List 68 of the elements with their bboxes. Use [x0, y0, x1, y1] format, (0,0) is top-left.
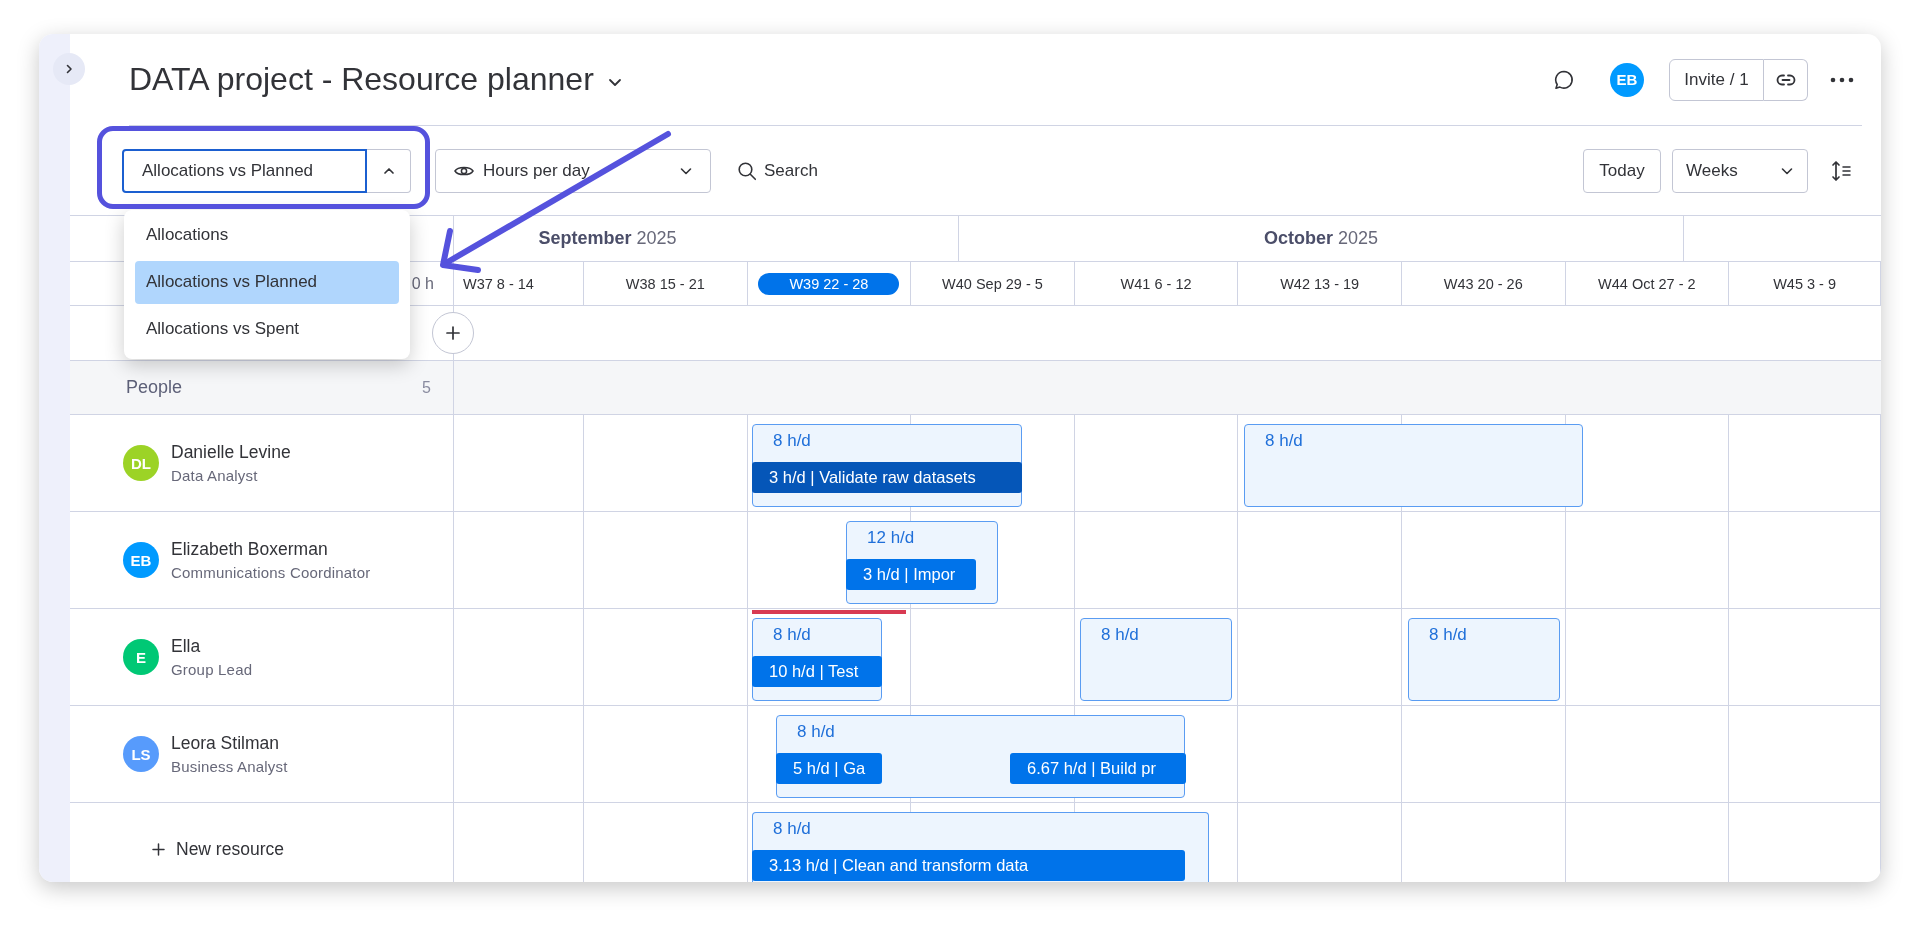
planned-hours: 8 h/d	[773, 431, 811, 451]
allocation-block[interactable]: 8 h/d 3.13 h/d | Clean and transform data	[752, 812, 1209, 882]
plus-icon	[152, 843, 165, 856]
dropdown-option[interactable]: Allocations	[135, 213, 399, 257]
search-button[interactable]: Search	[733, 150, 822, 191]
task-bar[interactable]: 6.67 h/d | Build pr	[1010, 753, 1186, 784]
allocation-block[interactable]: 12 h/d 3 h/d | Impor	[846, 521, 998, 604]
week-label: W38 15 - 21	[625, 275, 705, 292]
person-avatar: DL	[123, 445, 159, 481]
person-role: Group Lead	[171, 661, 253, 678]
task-bar[interactable]: 3 h/d | Validate raw datasets	[752, 462, 1022, 493]
planned-hours: 8 h/d	[797, 722, 835, 742]
planned-hours: 8 h/d	[1101, 625, 1139, 645]
person-avatar: EB	[123, 542, 159, 578]
person-role: Communications Coordinator	[171, 564, 371, 581]
more-icon[interactable]	[1830, 76, 1854, 83]
person-name: Elizabeth Boxerman	[171, 539, 329, 560]
user-avatar[interactable]: EB	[1610, 62, 1644, 97]
week-label: W45 3 - 9	[1773, 275, 1836, 292]
new-resource-button[interactable]: New resource	[152, 839, 284, 860]
person-avatar: E	[123, 639, 159, 675]
allocation-block[interactable]: 8 h/d	[1244, 424, 1583, 507]
group-count: 5	[422, 378, 431, 397]
person-role: Business Analyst	[171, 758, 288, 775]
planned-hours: 8 h/d	[773, 819, 811, 839]
week-label: W41 6 - 12	[1120, 275, 1192, 292]
week-label: W44 Oct 27 - 2	[1598, 275, 1696, 292]
task-bar[interactable]: 10 h/d | Test	[752, 656, 882, 687]
month-label: October 2025	[1263, 228, 1379, 249]
copy-link-button[interactable]	[1764, 58, 1808, 101]
planned-hours: 12 h/d	[867, 528, 915, 548]
allocation-block[interactable]: 8 h/d 10 h/d | Test	[752, 618, 882, 701]
scale-select[interactable]: Weeks	[1672, 148, 1808, 193]
task-bar[interactable]: 3.13 h/d | Clean and transform data	[752, 850, 1185, 881]
view-select-field[interactable]: Allocations vs Planned	[122, 148, 367, 193]
month-label: September 2025	[538, 228, 677, 249]
invite-button[interactable]: Invite / 1	[1669, 58, 1764, 101]
person-name: Leora Stilman	[171, 733, 280, 754]
person-role: Data Analyst	[171, 467, 259, 484]
planned-hours: 8 h/d	[773, 625, 811, 645]
week-label: W43 20 - 26	[1443, 275, 1523, 292]
display-select[interactable]: Hours per day	[435, 148, 711, 193]
row-height-icon[interactable]	[1829, 158, 1853, 183]
week-label: W42 13 - 19	[1280, 275, 1360, 292]
dropdown-option[interactable]: Allocations vs Spent	[135, 307, 399, 351]
allocation-block[interactable]: 8 h/d 5 h/d | Ga 6.67 h/d | Build pr	[776, 715, 1185, 798]
week-label: W39 22 - 28	[758, 272, 900, 295]
plus-icon	[446, 326, 460, 340]
task-bar[interactable]: 3 h/d | Impor	[846, 559, 976, 590]
dropdown-option[interactable]: Allocations vs Planned	[135, 260, 399, 304]
week-label: W40 Sep 29 - 5	[942, 275, 1043, 292]
today-button[interactable]: Today	[1583, 148, 1661, 193]
week-label: W37 8 - 14	[463, 275, 534, 292]
dropdown-toggle-button[interactable]	[367, 148, 411, 193]
total-hours: 0 h	[411, 274, 434, 293]
task-bar[interactable]: 5 h/d | Ga	[776, 753, 882, 784]
person-name: Danielle Levine	[171, 442, 291, 463]
person-name: Ella	[171, 636, 202, 657]
allocation-block[interactable]: 8 h/d 3 h/d | Validate raw datasets	[752, 424, 1022, 507]
add-button[interactable]	[432, 312, 474, 354]
allocation-block[interactable]: 8 h/d	[1408, 618, 1560, 701]
page-title: DATA project - Resource planner	[129, 61, 594, 98]
group-label: People	[126, 377, 183, 398]
planned-hours: 8 h/d	[1429, 625, 1467, 645]
allocation-block[interactable]: 8 h/d	[1080, 618, 1232, 701]
planned-hours: 8 h/d	[1265, 431, 1303, 451]
person-avatar: LS	[123, 736, 159, 772]
search-icon	[737, 160, 757, 181]
